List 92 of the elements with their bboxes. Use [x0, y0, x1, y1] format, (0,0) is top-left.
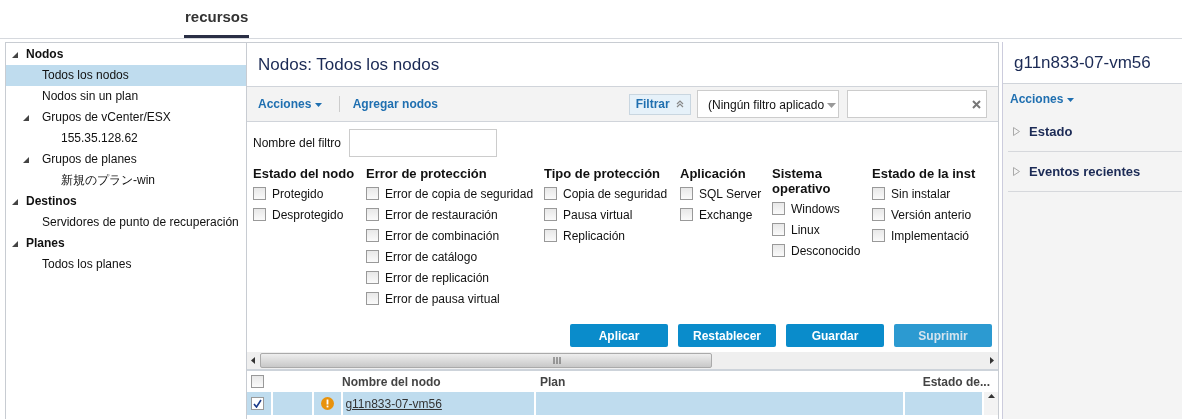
checkbox[interactable] [680, 208, 693, 221]
checkbox-label: SQL Server [699, 186, 762, 201]
action-button[interactable]: Guardar [786, 324, 884, 347]
checkbox[interactable] [366, 292, 379, 305]
checkbox-label: Replicación [563, 228, 626, 243]
checkbox-label: Pausa virtual [563, 207, 633, 222]
checkbox-label: Sin instalar [891, 186, 951, 201]
checkbox[interactable] [544, 229, 557, 242]
column-header[interactable]: Estado de... [914, 374, 994, 389]
checkbox-label: Copia de seguridad [563, 186, 668, 201]
filter-dropdown[interactable]: (Ningún filtro aplicado [697, 90, 839, 118]
vertical-scrollbar[interactable] [984, 392, 998, 415]
checkbox-label: Windows [791, 201, 840, 216]
scroll-left-icon[interactable] [251, 357, 255, 364]
actions-menu[interactable]: Acciones [1010, 92, 1074, 106]
checkbox[interactable] [872, 187, 885, 200]
checkbox[interactable] [366, 250, 379, 263]
checkbox-label: Implementació [891, 228, 970, 243]
filter-name-field[interactable] [349, 129, 498, 157]
checkbox[interactable] [544, 187, 557, 200]
checkbox-label: Desconocido [791, 243, 861, 258]
actions-menu[interactable]: Acciones [258, 97, 322, 111]
nav-tab[interactable]: recursos [184, 0, 250, 38]
group-heading: Sistema operativo [772, 166, 832, 196]
checkbox[interactable] [366, 229, 379, 242]
checkbox[interactable] [251, 397, 264, 410]
group-heading: Estado de la inst [872, 166, 977, 181]
expand-triangle-icon[interactable] [12, 241, 18, 247]
column-header[interactable]: Plan [536, 374, 914, 389]
filter-button[interactable]: Filtrar [628, 93, 691, 115]
group-heading: Estado del nodo [253, 166, 356, 181]
section-header[interactable]: Eventos recientes [1029, 164, 1141, 179]
field-label: Nombre del filtro [253, 136, 342, 150]
caret-icon[interactable] [827, 103, 837, 109]
tree-item[interactable]: Nodos [6, 44, 246, 65]
checkbox[interactable] [366, 187, 379, 200]
tree-item[interactable]: Grupos de planes [6, 149, 246, 170]
checkbox[interactable] [772, 202, 785, 215]
checkbox[interactable] [544, 208, 557, 221]
checkbox[interactable] [680, 187, 693, 200]
tree-item[interactable]: Planes [6, 233, 246, 254]
section-header[interactable]: Estado [1029, 124, 1073, 139]
caret-icon[interactable] [314, 102, 322, 107]
tree-item[interactable]: Destinos [6, 191, 246, 212]
caret-icon[interactable] [1066, 97, 1074, 102]
checkbox[interactable] [251, 375, 264, 388]
column-header[interactable]: Nombre del nodo [340, 374, 536, 389]
checkbox[interactable] [366, 271, 379, 284]
tree-item[interactable]: Todos los planes [6, 254, 246, 275]
checkbox-label: Error de copia de seguridad [385, 186, 534, 201]
grip-icon[interactable] [553, 357, 561, 364]
checkbox-label: Error de combinación [385, 228, 500, 243]
checkbox-label: Exchange [699, 207, 753, 222]
expand-triangle-icon[interactable] [12, 52, 18, 58]
scroll-right-icon[interactable] [990, 357, 994, 364]
checkbox-label: Linux [791, 222, 820, 237]
action-button[interactable]: Restablecer [678, 324, 776, 347]
search-field[interactable] [847, 90, 987, 118]
horizontal-scrollbar[interactable] [247, 352, 998, 371]
checkbox[interactable] [872, 229, 885, 242]
tree-item[interactable]: Grupos de vCenter/ESX [6, 107, 246, 128]
tree-item[interactable]: Nodos sin un plan [6, 86, 246, 107]
checkbox-label: Versión anterio [891, 207, 972, 222]
checkbox-label: Error de pausa virtual [385, 291, 500, 306]
expand-triangle-icon[interactable] [23, 115, 29, 121]
add-nodes-link[interactable]: Agregar nodos [352, 97, 439, 111]
tree-item[interactable]: 新規のプラン-win [6, 170, 246, 191]
checkbox-label: Error de replicación [385, 270, 490, 285]
tree-item[interactable]: 155.35.128.62 [6, 128, 246, 149]
panel-title: g11n833-07-vm56 [1003, 42, 1182, 84]
close-icon[interactable] [972, 99, 981, 109]
expand-triangle-icon[interactable] [12, 199, 18, 205]
group-heading: Aplicación [680, 166, 747, 181]
group-heading: Error de protección [366, 166, 488, 181]
scroll-up-icon[interactable] [987, 394, 995, 398]
tree-item[interactable]: Servidores de punto de recuperación [6, 212, 246, 233]
node-link[interactable]: g11n833-07-vm56 [345, 396, 442, 411]
checkbox-label: Protegido [272, 186, 324, 201]
checkbox[interactable] [253, 208, 266, 221]
checkbox[interactable] [772, 244, 785, 257]
checkbox-label: Desprotegido [272, 207, 344, 222]
checkbox-label: Error de catálogo [385, 249, 478, 264]
expand-triangle-icon[interactable] [23, 157, 29, 163]
checkbox[interactable] [872, 208, 885, 221]
checkbox[interactable] [366, 208, 379, 221]
checkbox[interactable] [253, 187, 266, 200]
checkbox-label: Error de restauración [385, 207, 498, 222]
tree-item[interactable]: Todos los nodos [6, 65, 246, 86]
checkbox[interactable] [772, 223, 785, 236]
action-button[interactable]: Aplicar [570, 324, 668, 347]
chevron-up-icon[interactable] [676, 100, 684, 108]
group-heading: Tipo de protección [544, 166, 662, 181]
